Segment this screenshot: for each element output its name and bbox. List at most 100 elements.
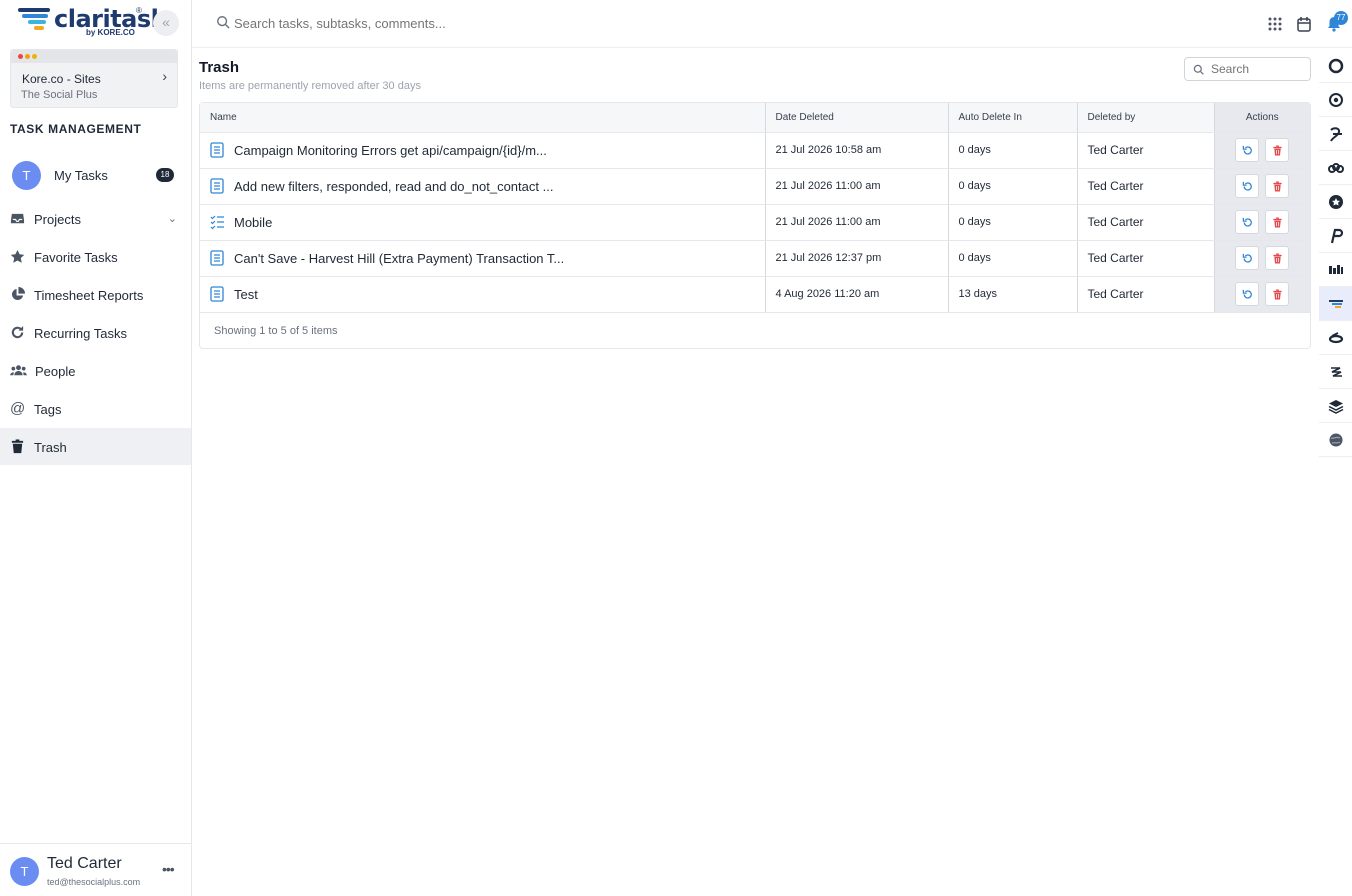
- rail-app-3[interactable]: [1319, 117, 1352, 151]
- restore-button[interactable]: [1235, 246, 1260, 270]
- col-header-date-deleted[interactable]: Date Deleted: [765, 103, 949, 133]
- restore-icon: [1242, 181, 1253, 191]
- p-app-icon: [1330, 228, 1344, 244]
- delete-permanently-button[interactable]: [1265, 210, 1290, 234]
- globe-app-icon: [1329, 433, 1343, 447]
- task-name: Add new filters, responded, read and do_…: [234, 178, 554, 194]
- delete-permanently-button[interactable]: [1265, 282, 1290, 306]
- pie-chart-icon: [10, 287, 25, 302]
- search-icon: [217, 16, 230, 29]
- col-header-name[interactable]: Name: [200, 103, 766, 133]
- trash-table: Name Date Deleted Auto Delete In Deleted…: [199, 102, 1311, 349]
- restore-button[interactable]: [1235, 138, 1260, 162]
- trash-search-box[interactable]: [1184, 57, 1311, 81]
- delete-permanently-button[interactable]: [1265, 138, 1290, 162]
- global-search-input[interactable]: [234, 13, 734, 33]
- document-icon: [210, 178, 224, 194]
- table-row[interactable]: Add new filters, responded, read and do_…: [200, 168, 1310, 205]
- sidebar-item-trash[interactable]: Trash: [0, 428, 191, 465]
- user-profile[interactable]: T Ted Carter ted@thesocialplus.com •••: [0, 843, 191, 896]
- task-name: Campaign Monitoring Errors get api/campa…: [234, 142, 547, 158]
- table-row[interactable]: Can't Save - Harvest Hill (Extra Payment…: [200, 240, 1310, 277]
- rail-app-6[interactable]: [1319, 219, 1352, 253]
- sidebar-item-label: Favorite Tasks: [34, 250, 118, 265]
- delete-permanently-button[interactable]: [1265, 246, 1290, 270]
- restore-icon: [1242, 217, 1253, 227]
- col-header-auto-delete[interactable]: Auto Delete In: [948, 103, 1078, 133]
- sidebar: claritask ® by KORE.CO « Kore.co - Sites…: [0, 0, 192, 896]
- notification-badge: 77: [1334, 11, 1348, 25]
- auto-delete-cell: 0 days: [948, 168, 1078, 205]
- restore-button[interactable]: [1235, 210, 1260, 234]
- table-row[interactable]: Test 4 Aug 2026 11:20 am 13 days Ted Car…: [200, 276, 1310, 313]
- rail-app-5[interactable]: [1319, 185, 1352, 219]
- links-app-icon: [1328, 163, 1344, 173]
- page-title: Trash: [199, 59, 240, 76]
- sidebar-item-people[interactable]: People: [0, 352, 191, 389]
- restore-icon: [1242, 145, 1253, 155]
- workspace-sub: The Social Plus: [21, 89, 98, 101]
- trash-icon: [10, 439, 25, 454]
- rail-app-11[interactable]: [1319, 389, 1352, 423]
- bars-app-icon: [1329, 265, 1343, 274]
- inbox-icon: [10, 211, 25, 226]
- table-row[interactable]: Mobile 21 Jul 2026 11:00 am 0 days Ted C…: [200, 204, 1310, 241]
- sidebar-item-label: My Tasks: [54, 168, 108, 183]
- more-options-icon[interactable]: •••: [162, 861, 175, 877]
- name-cell[interactable]: Add new filters, responded, read and do_…: [200, 168, 766, 205]
- claritask-logo[interactable]: claritask ® by KORE.CO: [16, 5, 167, 40]
- script-app-icon: [1330, 127, 1342, 142]
- name-cell[interactable]: Campaign Monitoring Errors get api/campa…: [200, 132, 766, 169]
- trash-icon: [1273, 217, 1282, 228]
- sidebar-item-my-tasks[interactable]: T My Tasks 18: [0, 157, 191, 193]
- sidebar-item-favorite-tasks[interactable]: Favorite Tasks: [0, 238, 191, 275]
- top-bar: 77: [192, 0, 1352, 48]
- rail-app-claritask[interactable]: [1319, 287, 1352, 321]
- collapse-sidebar-button[interactable]: «: [153, 10, 179, 36]
- trash-icon: [1273, 289, 1282, 300]
- date-deleted-cell: 21 Jul 2026 11:00 am: [765, 168, 949, 205]
- rail-app-7[interactable]: [1319, 253, 1352, 287]
- rail-app-10[interactable]: [1319, 355, 1352, 389]
- users-icon: [10, 363, 27, 378]
- avatar: T: [10, 857, 39, 886]
- restore-button[interactable]: [1235, 282, 1260, 306]
- date-deleted-cell: 4 Aug 2026 11:20 am: [765, 276, 949, 313]
- rail-app-12[interactable]: [1319, 423, 1352, 457]
- sidebar-item-tags[interactable]: @ Tags: [0, 390, 191, 427]
- apps-grid-icon[interactable]: [1267, 16, 1283, 32]
- star-icon: [10, 249, 25, 264]
- sidebar-item-timesheet-reports[interactable]: Timesheet Reports: [0, 276, 191, 313]
- date-deleted-cell: 21 Jul 2026 12:37 pm: [765, 240, 949, 277]
- name-cell[interactable]: Mobile: [200, 204, 766, 241]
- page-subtitle: Items are permanently removed after 30 d…: [199, 80, 421, 92]
- trash-icon: [1273, 145, 1282, 156]
- task-name: Can't Save - Harvest Hill (Extra Payment…: [234, 250, 565, 266]
- actions-cell: [1214, 276, 1310, 313]
- trash-search-input[interactable]: [1211, 61, 1307, 77]
- user-email: ted@thesocialplus.com: [47, 877, 141, 887]
- col-header-deleted-by[interactable]: Deleted by: [1077, 103, 1215, 133]
- sidebar-item-projects[interactable]: Projects ⌄: [0, 200, 191, 237]
- sidebar-item-recurring-tasks[interactable]: Recurring Tasks: [0, 314, 191, 351]
- restore-icon: [1242, 253, 1253, 263]
- workspace-name: Kore.co - Sites: [22, 72, 101, 86]
- document-icon: [210, 286, 224, 302]
- rail-app-9[interactable]: [1319, 321, 1352, 355]
- rail-app-4[interactable]: [1319, 151, 1352, 185]
- name-cell[interactable]: Test: [200, 276, 766, 313]
- sidebar-item-label: Timesheet Reports: [34, 288, 144, 303]
- rail-app-2[interactable]: [1319, 83, 1352, 117]
- workspace-switcher[interactable]: Kore.co - Sites The Social Plus ›: [10, 49, 178, 108]
- delete-permanently-button[interactable]: [1265, 174, 1290, 198]
- rail-app-1[interactable]: [1319, 49, 1352, 83]
- table-header-row: Name Date Deleted Auto Delete In Deleted…: [200, 103, 1310, 133]
- deleted-by-cell: Ted Carter: [1077, 240, 1215, 277]
- name-cell[interactable]: Can't Save - Harvest Hill (Extra Payment…: [200, 240, 766, 277]
- pagination-summary: Showing 1 to 5 of 5 items: [214, 325, 338, 337]
- restore-button[interactable]: [1235, 174, 1260, 198]
- calendar-icon[interactable]: [1296, 16, 1312, 32]
- table-row[interactable]: Campaign Monitoring Errors get api/campa…: [200, 132, 1310, 169]
- date-deleted-cell: 21 Jul 2026 10:58 am: [765, 132, 949, 169]
- checklist-icon: [210, 215, 224, 230]
